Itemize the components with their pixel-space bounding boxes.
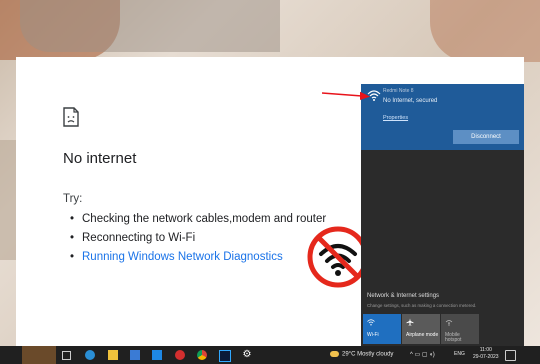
- mobile-hotspot-tile[interactable]: Mobile hotspot: [441, 314, 479, 344]
- tile-label: Airplane mode: [406, 332, 439, 338]
- disconnect-button[interactable]: Disconnect: [453, 130, 519, 144]
- photoshop-icon[interactable]: [219, 350, 231, 362]
- network-flyout: Redmi Note 8 No Internet, secured Proper…: [361, 84, 524, 346]
- list-item: Checking the network cables,modem and ro…: [70, 210, 326, 229]
- connection-status: No Internet, secured: [383, 98, 438, 104]
- properties-link[interactable]: Properties: [383, 115, 408, 121]
- list-item: Reconnecting to Wi-Fi: [70, 229, 326, 248]
- start-button[interactable]: [22, 346, 56, 364]
- network-settings-link[interactable]: Network & Internet settings: [367, 293, 439, 299]
- weather-icon: [330, 351, 339, 357]
- edge-icon[interactable]: [85, 350, 95, 360]
- try-label: Try:: [63, 193, 83, 205]
- file-explorer-icon[interactable]: [108, 350, 118, 360]
- network-diagnostics-link[interactable]: Running Windows Network Diagnostics: [70, 248, 326, 267]
- taskbar: ⚙ 29°C Mostly cloudy ^ ▭ ▢ ◖) ENG 11:00 …: [0, 346, 540, 364]
- wifi-icon: [367, 319, 375, 326]
- mail-icon[interactable]: [152, 350, 162, 360]
- page-title: No internet: [63, 150, 137, 167]
- network-name: Redmi Note 8: [383, 88, 414, 94]
- network-settings-subtitle: Change settings, such as making a connec…: [367, 303, 477, 308]
- no-wifi-icon: [307, 226, 369, 288]
- airplane-mode-tile[interactable]: Airplane mode: [402, 314, 440, 344]
- tile-label: Mobile hotspot: [445, 332, 462, 343]
- connection-card[interactable]: Redmi Note 8 No Internet, secured Proper…: [361, 84, 524, 150]
- system-tray-icons[interactable]: ^ ▭ ▢ ◖): [410, 351, 435, 358]
- airplane-icon: [406, 318, 414, 326]
- hotspot-icon: [445, 320, 453, 326]
- store-icon[interactable]: [130, 350, 140, 360]
- settings-gear-icon[interactable]: ⚙: [242, 350, 252, 360]
- language-indicator[interactable]: ENG: [454, 351, 465, 357]
- task-view-icon[interactable]: [62, 351, 71, 360]
- sad-page-icon: [63, 107, 79, 127]
- red-arrow-annotation: [322, 91, 370, 100]
- media-player-icon[interactable]: [175, 350, 185, 360]
- suggestion-list: Checking the network cables,modem and ro…: [70, 210, 326, 267]
- notification-icon[interactable]: [505, 350, 516, 361]
- tile-label: Wi-Fi: [367, 332, 379, 338]
- weather-widget[interactable]: 29°C Mostly cloudy: [330, 351, 393, 358]
- clock[interactable]: 11:00 29-07-2023: [473, 347, 499, 361]
- wifi-toggle-tile[interactable]: Wi-Fi: [363, 314, 401, 344]
- chrome-icon[interactable]: [197, 350, 207, 360]
